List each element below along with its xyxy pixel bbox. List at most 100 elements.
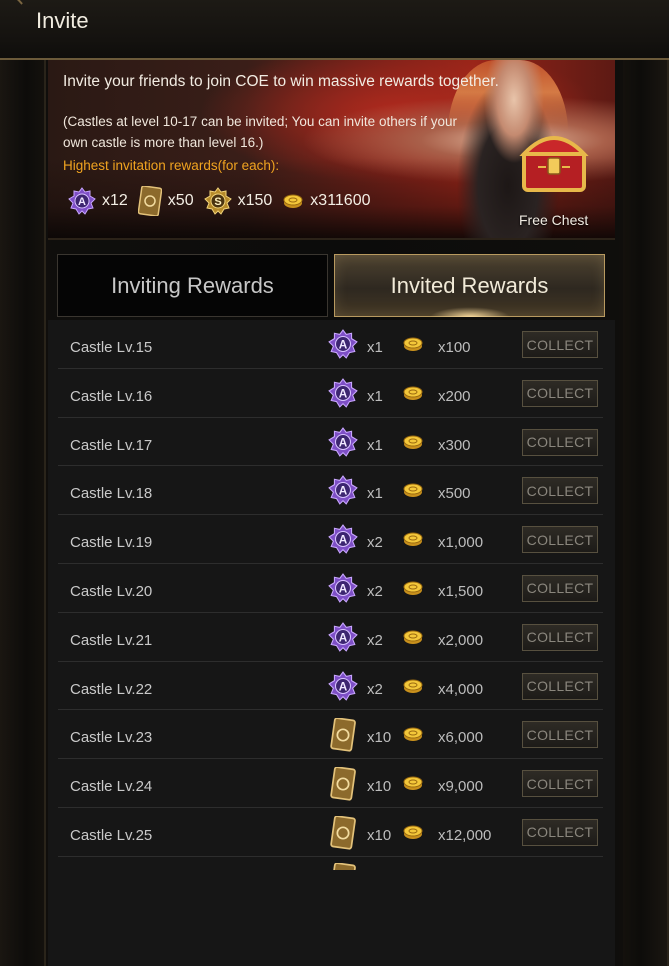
item-count: x10 [367, 826, 392, 844]
s-rank-gear-icon: S [203, 187, 232, 215]
reward-count: x150 [237, 192, 273, 209]
castle-level-label: Castle Lv.18 [70, 485, 153, 503]
a-rank-gear-icon: A [328, 670, 358, 702]
reward-a-gear: A x12 [68, 187, 128, 215]
a-rank-gear-icon: A [328, 426, 358, 458]
a-rank-gear-icon: A [68, 187, 96, 215]
title-bar: Invite [0, 0, 669, 60]
tab-inviting-rewards[interactable]: Inviting Rewards [57, 254, 328, 317]
reward-count: x311600 [310, 192, 371, 209]
collect-button[interactable]: COLLECT [522, 526, 598, 554]
a-rank-gear-icon: A [328, 572, 358, 604]
item-count: x1 [367, 436, 383, 454]
gold-count: x300 [438, 436, 471, 454]
gold-count: x2,000 [438, 631, 484, 649]
castle-level-label: Castle Lv.24 [70, 778, 153, 796]
collect-button[interactable]: COLLECT [522, 623, 598, 651]
svg-text:S: S [214, 196, 221, 208]
collect-button[interactable]: COLLECT [522, 721, 598, 749]
card-icon [137, 186, 162, 216]
free-chest-icon[interactable] [518, 122, 590, 196]
reward-card: x50 [137, 186, 194, 216]
gold-icon [402, 433, 424, 451]
reward-row-7: Castle Lv.21 A x2 x2,000 COLLECT [58, 613, 603, 662]
gold-icon [283, 194, 303, 208]
castle-level-label: Castle Lv.21 [70, 631, 153, 649]
gold-icon [402, 579, 424, 597]
svg-text:A: A [339, 680, 348, 693]
collect-button[interactable]: COLLECT [522, 428, 598, 456]
banner-headline: Invite your friends to join COE to win m… [63, 73, 499, 90]
castle-level-label: Castle Lv.22 [70, 680, 153, 698]
reward-row-3: Castle Lv.17 A x1 x300 COLLECT [58, 418, 603, 467]
collect-button[interactable]: COLLECT [522, 379, 598, 407]
svg-text:A: A [339, 533, 348, 546]
reward-row-2: Castle Lv.16 A x1 x200 COLLECT [58, 369, 603, 418]
a-rank-gear-icon: A [328, 328, 358, 360]
item-count: x2 [367, 582, 383, 600]
reward-s-gear: S x150 [203, 187, 273, 215]
collect-button[interactable]: COLLECT [522, 818, 598, 846]
collect-button[interactable]: COLLECT [522, 770, 598, 798]
gold-icon [402, 823, 424, 841]
item-count: x1 [367, 485, 383, 503]
gold-icon [402, 725, 424, 743]
card-icon [328, 766, 358, 801]
gold-count: x6,000 [438, 729, 484, 747]
svg-text:A: A [339, 485, 348, 498]
gold-count: x4,000 [438, 680, 484, 698]
item-count: x10 [367, 778, 392, 796]
a-rank-gear-icon: A [328, 474, 358, 506]
window-title: Invite [36, 8, 89, 33]
reward-row-4: Castle Lv.18 A x1 x500 COLLECT [58, 466, 603, 516]
item-count: x2 [367, 534, 383, 552]
left-frame-rail [0, 60, 46, 966]
gold-icon [402, 677, 424, 695]
reward-tabs: Inviting Rewards Invited Rewards [57, 254, 605, 317]
reward-row-10: Castle Lv.24 x10 x9,000 COLLECT [58, 759, 603, 808]
svg-text:A: A [339, 631, 348, 644]
collect-button[interactable]: COLLECT [522, 672, 598, 700]
reward-row-9: Castle Lv.23 x10 x6,000 COLLECT [58, 710, 603, 760]
item-count: x2 [367, 680, 383, 698]
reward-count: x50 [167, 192, 194, 209]
right-frame-rail [623, 60, 669, 966]
item-count: x10 [367, 729, 392, 747]
reward-count: x12 [102, 192, 128, 209]
a-rank-gear-icon: A [328, 621, 358, 653]
castle-level-label: Castle Lv.15 [70, 339, 153, 356]
gold-count: x500 [438, 485, 471, 503]
gold-count: x200 [438, 387, 471, 405]
gold-icon [402, 774, 424, 792]
castle-level-label: Castle Lv.19 [70, 534, 153, 552]
reward-row-1: Castle Lv.15 A x1 x100 COLLECT [58, 320, 603, 369]
gold-count: x9,000 [438, 778, 484, 796]
item-count: x1 [367, 387, 383, 405]
item-count: x2 [367, 631, 383, 649]
collect-button[interactable]: COLLECT [522, 331, 598, 358]
a-rank-gear-icon: A [328, 377, 358, 409]
highest-rewards-label: Highest invitation rewards(for each): [63, 158, 280, 173]
a-rank-gear-icon: A [328, 523, 358, 555]
collect-button[interactable]: COLLECT [522, 477, 598, 505]
gold-count: x12,000 [438, 826, 492, 844]
card-icon [328, 717, 358, 752]
castle-level-label: Castle Lv.25 [70, 826, 153, 844]
tab-invited-rewards[interactable]: Invited Rewards [334, 254, 605, 317]
reward-row-8: Castle Lv.22 A x2 x4,000 COLLECT [58, 662, 603, 711]
gold-icon [402, 530, 424, 548]
reward-row-6: Castle Lv.20 A x2 x1,500 COLLECT [58, 564, 603, 613]
reward-row-5: Castle Lv.19 A x2 x1,000 COLLECT [58, 515, 603, 564]
svg-text:A: A [78, 196, 86, 208]
castle-level-label: Castle Lv.20 [70, 582, 153, 600]
gold-count: x1,500 [438, 582, 484, 600]
gold-count: x100 [438, 339, 471, 356]
reward-row-partial [58, 857, 603, 870]
svg-text:A: A [339, 387, 348, 400]
rewards-list[interactable]: Castle Lv.15 A x1 x100 COLLECT Castle Lv… [58, 320, 603, 870]
collect-button[interactable]: COLLECT [522, 574, 598, 602]
banner-note-line-1: (Castles at level 10-17 can be invited; … [63, 114, 457, 129]
gold-count: x1,000 [438, 534, 484, 552]
castle-level-label: Castle Lv.16 [70, 387, 153, 405]
svg-text:A: A [339, 582, 348, 595]
